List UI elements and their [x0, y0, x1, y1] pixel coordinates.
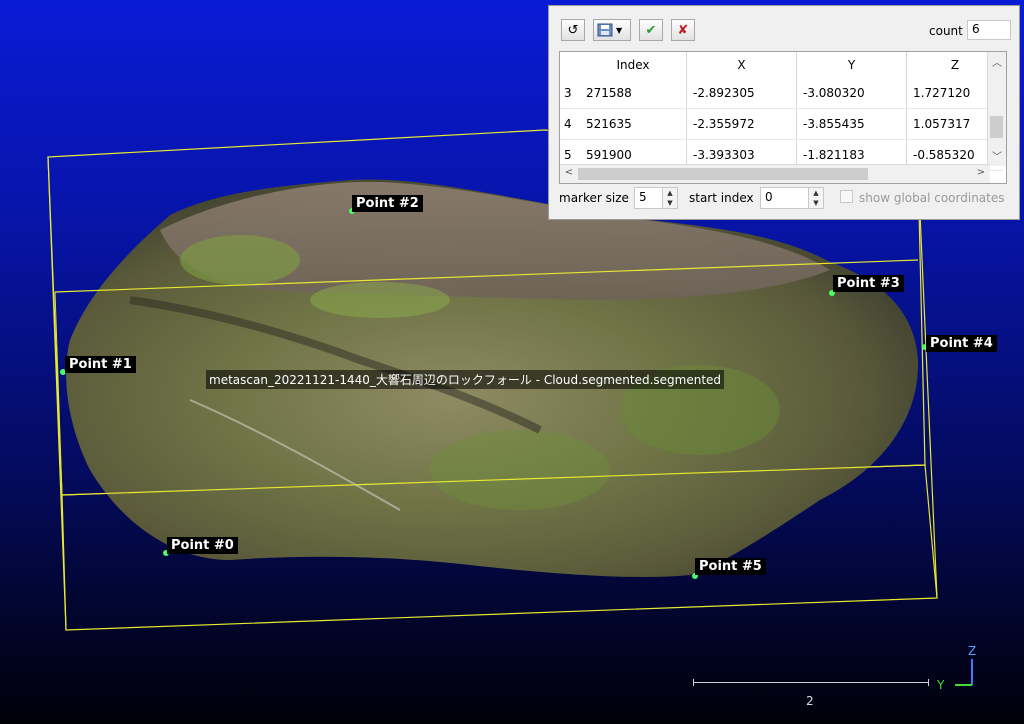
axis-y-label: Y: [937, 678, 945, 692]
bounding-box-edge: [917, 167, 938, 599]
marker-size-label: marker size: [559, 191, 629, 205]
marker-size-value: 5: [639, 190, 647, 204]
column-header-y[interactable]: Y: [796, 52, 907, 78]
moss-patch: [430, 430, 610, 510]
row-number: 3: [560, 78, 580, 109]
point-label-1: Point #1: [65, 356, 136, 373]
save-icon: [597, 23, 613, 37]
spin-arrows-icon[interactable]: ▲ ▼: [662, 188, 677, 208]
table-header-row: Index X Y Z: [560, 52, 1003, 78]
cloud-name-label: metascan_20221121-1440_大響石周辺のロックフォール - C…: [206, 370, 725, 389]
scale-value: 2: [806, 694, 814, 708]
export-dropdown-button[interactable]: ▼: [593, 19, 631, 41]
count-label: count: [929, 24, 963, 38]
scroll-thumb[interactable]: [578, 168, 868, 180]
cell-x[interactable]: -2.355972: [686, 108, 797, 140]
horizontal-scrollbar[interactable]: < >: [560, 164, 990, 183]
start-index-value: 0: [765, 190, 773, 204]
column-header-index[interactable]: Index: [580, 52, 687, 78]
revert-button[interactable]: ↺: [561, 19, 585, 41]
marker-size-spinbox[interactable]: 5 ▲ ▼: [634, 187, 678, 209]
cross-icon: ✘: [677, 22, 689, 38]
point-list-panel: ↺ ▼ ✔ ✘ count 6 Index X Y Z 3 271588 -2.…: [548, 5, 1020, 220]
axis-trihedron: [955, 659, 973, 686]
table-row[interactable]: 3 271588 -2.892305 -3.080320 1.727120: [560, 78, 1003, 109]
start-index-label: start index: [689, 191, 754, 205]
cell-index[interactable]: 521635: [580, 108, 687, 140]
row-number: 4: [560, 108, 580, 140]
moss-patch: [310, 282, 450, 318]
cell-y[interactable]: -3.855435: [796, 108, 907, 140]
point-label-5: Point #5: [695, 558, 766, 575]
bounding-box-edge: [54, 291, 63, 496]
vertical-scrollbar[interactable]: ︿ ﹀: [987, 52, 1006, 166]
scale-bar: [693, 679, 929, 686]
point-label-2: Point #2: [352, 195, 423, 212]
points-table[interactable]: Index X Y Z 3 271588 -2.892305 -3.080320…: [559, 51, 1007, 184]
scroll-left-icon[interactable]: <: [560, 167, 578, 178]
global-coordinates-label: show global coordinates: [859, 191, 1005, 205]
point-label-0: Point #0: [167, 537, 238, 554]
moss-patch: [180, 235, 300, 285]
table-row[interactable]: 4 521635 -2.355972 -3.855435 1.057317: [560, 108, 1003, 140]
bounding-box-edge: [47, 156, 67, 631]
scroll-thumb[interactable]: [990, 116, 1003, 138]
revert-icon: ↺: [567, 22, 579, 38]
cancel-button[interactable]: ✘: [671, 19, 695, 41]
axis-z-label: Z: [968, 644, 977, 658]
point-label-4: Point #4: [926, 335, 997, 352]
checkmark-icon: ✔: [645, 22, 657, 38]
count-field[interactable]: 6: [967, 20, 1011, 40]
cell-y[interactable]: -3.080320: [796, 78, 907, 109]
column-header-x[interactable]: X: [686, 52, 797, 78]
cell-index[interactable]: 271588: [580, 78, 687, 109]
start-index-spinbox[interactable]: 0 ▲ ▼: [760, 187, 824, 209]
point-label-3: Point #3: [833, 275, 904, 292]
cell-x[interactable]: -2.892305: [686, 78, 797, 109]
row-number-header: [560, 52, 580, 78]
validate-button[interactable]: ✔: [639, 19, 663, 41]
chevron-down-icon: ▼: [616, 25, 623, 35]
global-coordinates-checkbox[interactable]: [840, 190, 853, 203]
spin-arrows-icon[interactable]: ▲ ▼: [808, 188, 823, 208]
scroll-right-icon[interactable]: >: [972, 167, 990, 178]
scroll-down-icon[interactable]: ﹀: [988, 148, 1006, 163]
scroll-up-icon[interactable]: ︿: [988, 54, 1006, 69]
